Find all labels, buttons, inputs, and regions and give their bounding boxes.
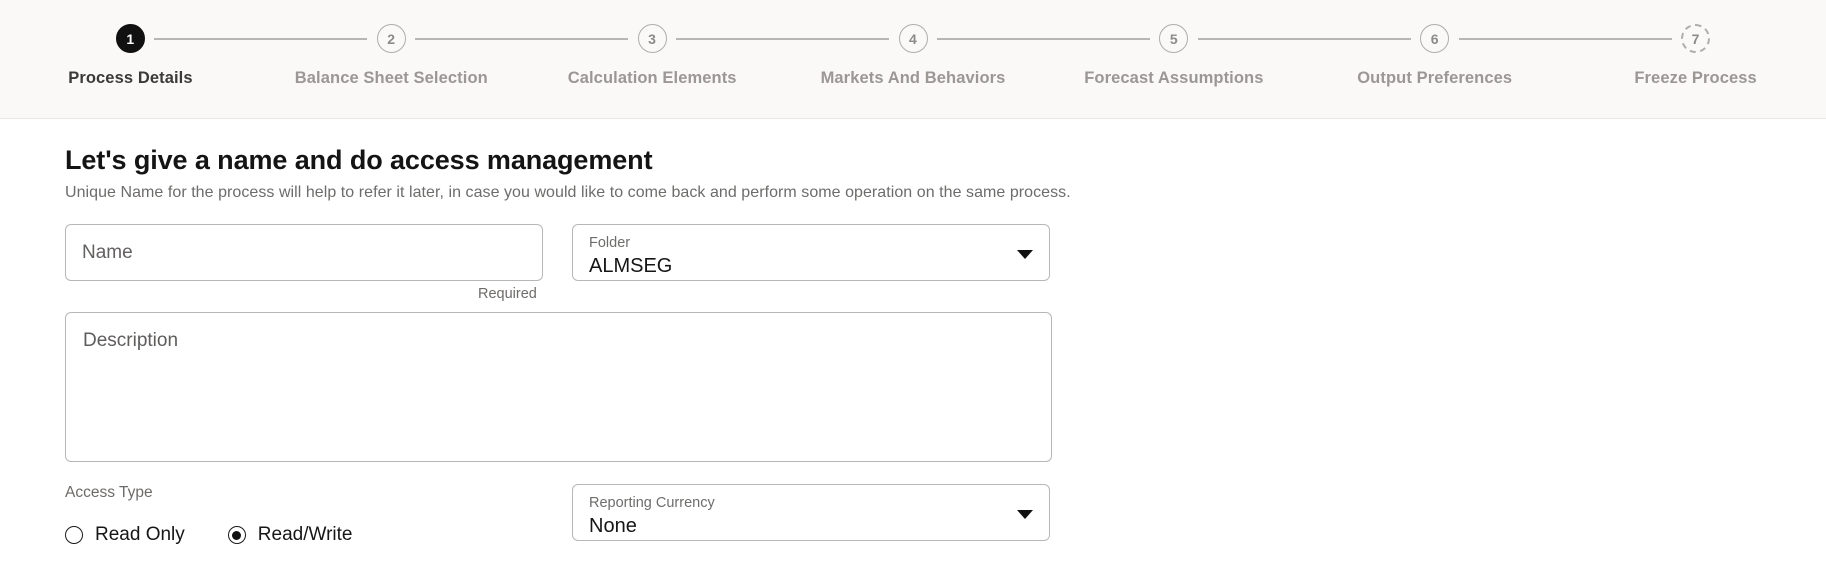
radio-read-write[interactable]: Read/Write <box>227 524 353 546</box>
step-6-connector <box>1458 38 1672 40</box>
name-input-placeholder: Name <box>82 241 133 263</box>
radio-read-write-dot <box>232 530 242 540</box>
process-details-form: Let's give a name and do access manageme… <box>0 119 1826 578</box>
step-3-label: Calculation Elements <box>567 69 737 87</box>
step-7-circle[interactable]: 7 <box>1681 24 1711 53</box>
step-2-connector <box>415 38 629 40</box>
step-4-label: Markets And Behaviors <box>820 69 1006 87</box>
radio-read-write-control[interactable] <box>227 526 246 544</box>
step-4-markets-and-behaviors[interactable]: 4 Markets And Behaviors <box>783 24 1150 88</box>
step-3-connector <box>676 38 889 40</box>
step-3-calculation-elements[interactable]: 3 Calculation Elements <box>522 24 889 88</box>
step-2-circle[interactable]: 2 <box>376 24 406 53</box>
step-3-circle[interactable]: 3 <box>637 24 667 53</box>
access-type-label: Access Type <box>65 484 153 501</box>
name-required-helper: Required <box>478 286 537 302</box>
chevron-down-icon[interactable] <box>1017 509 1033 519</box>
step-6-label: Output Preferences <box>1357 69 1513 87</box>
form-row-name-folder: Name Required Folder ALMSEG <box>65 224 1826 302</box>
step-4-connector <box>937 38 1150 40</box>
wizard-stepper-bar: 1 Process Details 2 Balance Sheet Select… <box>0 0 1826 119</box>
name-input[interactable]: Name <box>65 224 543 281</box>
step-7-freeze-process[interactable]: 7 Freeze Process <box>1565 24 1826 88</box>
chevron-down-icon[interactable] <box>1017 249 1033 259</box>
step-6-output-preferences[interactable]: 6 Output Preferences <box>1304 24 1672 88</box>
step-7-label: Freeze Process <box>1634 69 1757 87</box>
form-row-access-currency: Access Type Read Only Read/Write Reporti <box>65 484 1826 546</box>
page-title: Let's give a name and do access manageme… <box>65 145 653 175</box>
radio-read-only-label: Read Only <box>95 524 185 545</box>
page-subtitle: Unique Name for the process will help to… <box>65 184 1071 201</box>
reporting-currency-value: None <box>589 514 637 537</box>
step-2-label: Balance Sheet Selection <box>294 69 488 87</box>
description-placeholder: Description <box>83 330 179 351</box>
step-1-connector <box>154 38 368 40</box>
radio-read-only-control[interactable] <box>65 526 83 544</box>
step-5-connector <box>1197 38 1411 40</box>
folder-select-label: Folder <box>589 235 631 252</box>
wizard-stepper: 1 Process Details 2 Balance Sheet Select… <box>0 0 1826 118</box>
access-type-radio-group: Read Only Read/Write <box>65 524 543 546</box>
radio-read-only[interactable]: Read Only <box>65 524 185 546</box>
reporting-currency-select[interactable]: Reporting Currency None <box>572 484 1050 541</box>
step-5-label: Forecast Assumptions <box>1084 69 1264 87</box>
step-5-circle[interactable]: 5 <box>1159 24 1189 53</box>
step-1-label: Process Details <box>68 69 193 87</box>
step-5-forecast-assumptions[interactable]: 5 Forecast Assumptions <box>1043 24 1411 88</box>
description-textarea[interactable]: Description <box>65 312 1052 462</box>
folder-select[interactable]: Folder ALMSEG <box>572 224 1050 281</box>
step-2-balance-sheet-selection[interactable]: 2 Balance Sheet Selection <box>261 24 629 88</box>
step-4-circle[interactable]: 4 <box>898 24 928 53</box>
step-1-process-details[interactable]: 1 Process Details <box>0 24 368 88</box>
step-1-circle[interactable]: 1 <box>115 24 145 53</box>
access-type-group: Access Type Read Only Read/Write <box>65 484 543 546</box>
step-6-circle[interactable]: 6 <box>1420 24 1450 53</box>
radio-read-write-label: Read/Write <box>257 524 353 545</box>
reporting-currency-label: Reporting Currency <box>589 495 715 512</box>
folder-select-value: ALMSEG <box>589 254 673 277</box>
radio-read-only-dot <box>70 531 79 540</box>
